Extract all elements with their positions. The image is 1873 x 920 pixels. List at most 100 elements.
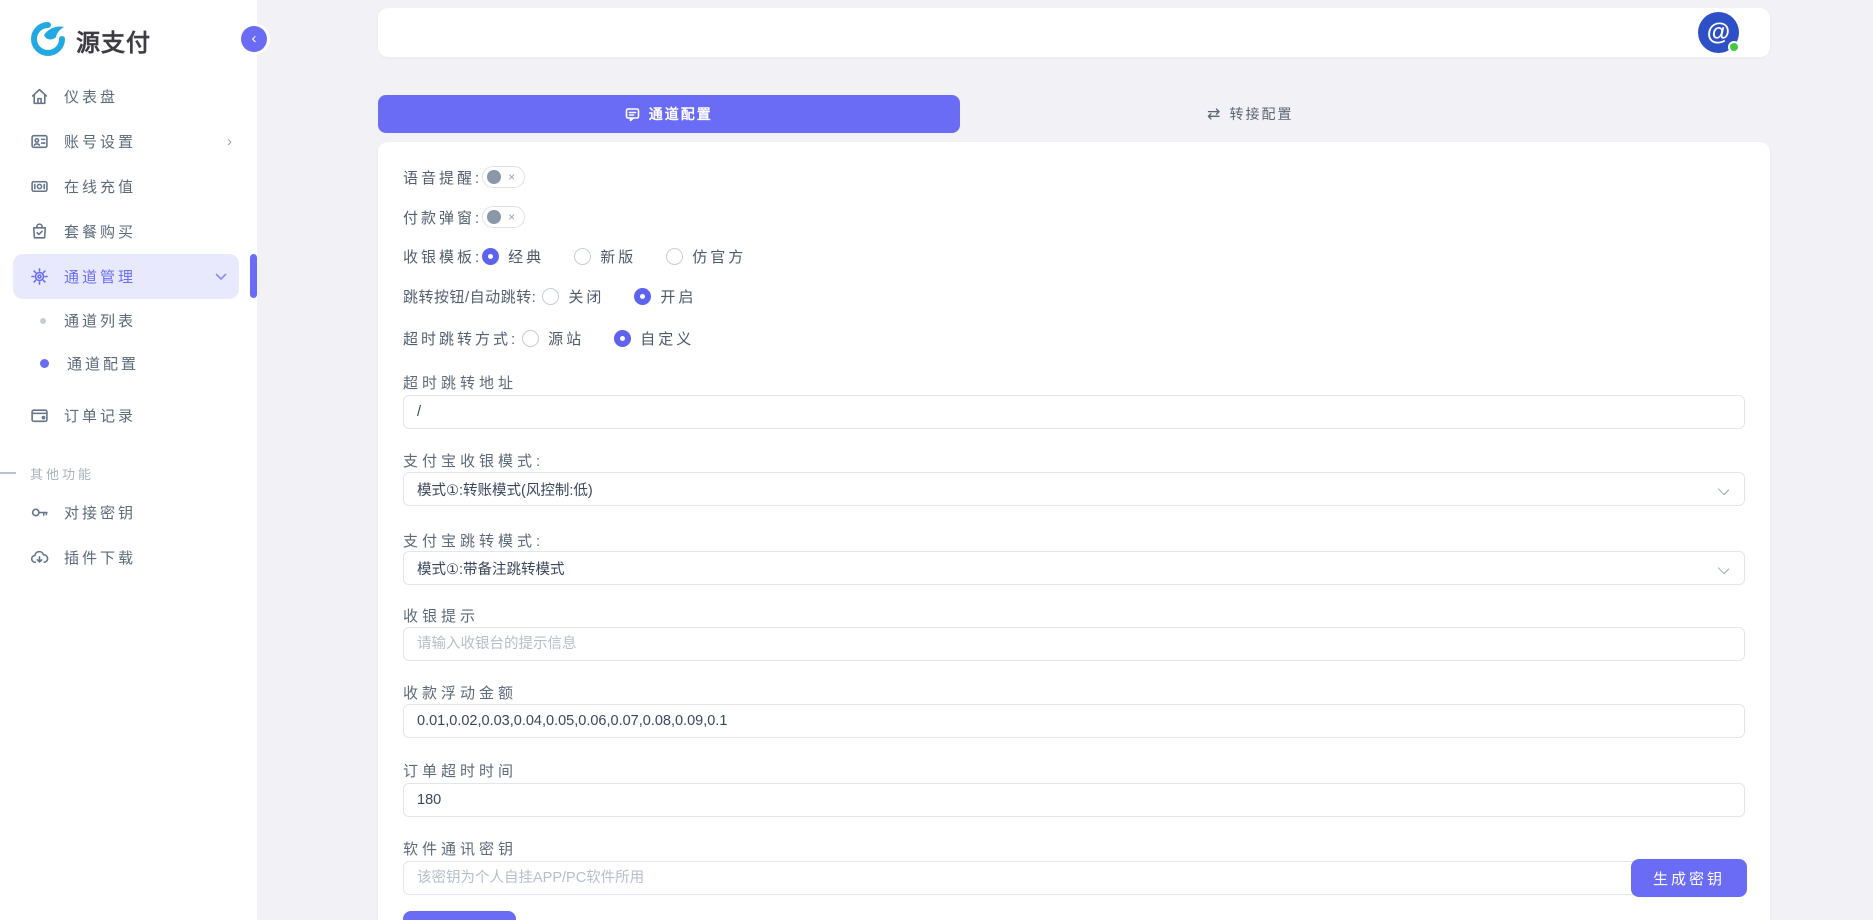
user-avatar[interactable]: @ — [1698, 12, 1739, 53]
alipay-jump-mode-label: 支付宝跳转模式: — [403, 530, 1745, 548]
radio-source-site[interactable]: 源站 — [522, 328, 584, 349]
cashier-tip-label: 收银提示 — [403, 605, 1745, 623]
sidebar-item-channel-management[interactable]: 通道管理 — [13, 254, 239, 299]
home-icon — [30, 87, 49, 106]
radio-label: 开启 — [660, 286, 696, 307]
software-key-row: 生成密钥 — [403, 861, 1745, 895]
float-amount-label: 收款浮动金额 — [403, 682, 1745, 700]
radio-new-version[interactable]: 新版 — [574, 246, 636, 267]
sidebar-collapse-button[interactable]: ‹ — [241, 26, 267, 52]
config-tabs: 通道配置 ⇄ 转接配置 — [378, 95, 1541, 133]
select-value: 模式①:带备注跳转模式 — [417, 558, 565, 579]
top-header-bar: @ — [378, 8, 1770, 57]
sidebar-item-online-recharge[interactable]: 在线充值 — [0, 164, 257, 209]
software-key-label: 软件通讯密钥 — [403, 838, 1745, 856]
radio-selected-icon — [482, 248, 499, 265]
chevron-down-icon — [1718, 484, 1729, 495]
bullet-active-icon — [40, 359, 49, 368]
shopping-bag-icon — [30, 222, 49, 241]
cashier-tip-input[interactable] — [403, 627, 1745, 661]
sidebar-item-label: 通道配置 — [67, 353, 139, 374]
swap-icon: ⇄ — [1207, 104, 1220, 124]
alipay-jump-mode-select[interactable]: 模式①:带备注跳转模式 — [403, 551, 1745, 585]
payment-popup-toggle[interactable]: × — [482, 206, 525, 228]
jump-auto-label: 跳转按钮/自动跳转: — [403, 286, 536, 307]
alipay-cashier-mode-label: 支付宝收银模式: — [403, 450, 1745, 468]
tab-label: 通道配置 — [649, 104, 713, 124]
tab-transfer-config[interactable]: ⇄ 转接配置 — [960, 95, 1542, 133]
sidebar-item-label: 订单记录 — [64, 405, 136, 426]
chevron-down-icon — [1718, 563, 1729, 574]
radio-official-like[interactable]: 仿官方 — [666, 246, 746, 267]
radio-selected-icon — [634, 288, 651, 305]
bottom-action-button[interactable] — [403, 911, 516, 920]
sidebar-item-api-keys[interactable]: 对接密钥 — [0, 490, 257, 535]
voice-reminder-toggle[interactable]: × — [482, 166, 525, 188]
order-timeout-label: 订单超时时间 — [403, 760, 1745, 778]
main-area: @ 通道配置 ⇄ 转接配置 语音提醒: × 付款弹窗: × — [257, 0, 1873, 920]
timeout-mode-row: 超时跳转方式: 源站 自定义 — [403, 325, 1745, 351]
toggle-off-icon: × — [508, 211, 515, 223]
sidebar-item-label: 账号设置 — [64, 131, 136, 152]
radio-icon — [666, 248, 683, 265]
voice-reminder-row: 语音提醒: × — [403, 164, 1745, 190]
sidebar-item-label: 通道列表 — [64, 310, 136, 331]
radio-label: 关闭 — [568, 286, 604, 307]
select-value: 模式①:转账模式(风控制:低) — [417, 479, 593, 500]
radio-label: 经典 — [508, 246, 544, 267]
radio-jump-off[interactable]: 关闭 — [542, 286, 604, 307]
sidebar-item-label: 在线充值 — [64, 176, 136, 197]
toggle-off-icon: × — [508, 171, 515, 183]
radio-icon — [522, 330, 539, 347]
chevron-down-icon — [215, 273, 227, 281]
jump-auto-row: 跳转按钮/自动跳转: 关闭 开启 — [403, 283, 1745, 309]
avatar-glyph: @ — [1707, 19, 1730, 47]
timeout-url-label: 超时跳转地址 — [403, 372, 1745, 390]
timeout-mode-label: 超时跳转方式: — [403, 328, 518, 349]
sidebar-item-dashboard[interactable]: 仪表盘 — [0, 74, 257, 119]
jump-auto-radios: 关闭 开启 — [542, 286, 726, 307]
sidebar-item-label: 对接密钥 — [64, 502, 136, 523]
sidebar-item-plugin-download[interactable]: 插件下载 — [0, 535, 257, 580]
sidebar: 源支付 仪表盘 账号设置 › 在线充值 套餐购买 通道管理 通道列表 — [0, 0, 257, 920]
software-key-input[interactable] — [403, 861, 1745, 895]
generate-key-button[interactable]: 生成密钥 — [1631, 859, 1747, 897]
sidebar-nav: 仪表盘 账号设置 › 在线充值 套餐购买 通道管理 通道列表 通道配置 — [0, 74, 257, 438]
key-icon — [30, 503, 49, 522]
radio-label: 新版 — [600, 246, 636, 267]
cashier-template-label: 收银模板: — [403, 246, 482, 267]
float-amount-input[interactable] — [403, 704, 1745, 738]
brand-logo[interactable]: 源支付 — [0, 0, 257, 64]
radio-label: 仿官方 — [692, 246, 746, 267]
brand-logo-text: 源支付 — [76, 23, 151, 58]
cashier-template-radios: 经典 新版 仿官方 — [482, 246, 776, 267]
sidebar-item-label: 套餐购买 — [64, 221, 136, 242]
cloud-download-icon — [30, 548, 49, 567]
alipay-cashier-mode-select[interactable]: 模式①:转账模式(风控制:低) — [403, 472, 1745, 506]
sidebar-item-label: 通道管理 — [64, 266, 136, 287]
sidebar-section-other-functions: 其他功能 — [0, 464, 257, 482]
radio-jump-on[interactable]: 开启 — [634, 286, 696, 307]
banknote-icon — [30, 177, 49, 196]
toggle-knob — [487, 210, 501, 224]
sidebar-item-account-settings[interactable]: 账号设置 › — [0, 119, 257, 164]
radio-classic[interactable]: 经典 — [482, 246, 544, 267]
cashier-template-row: 收银模板: 经典 新版 仿官方 — [403, 243, 1745, 269]
radio-custom[interactable]: 自定义 — [614, 328, 694, 349]
sidebar-item-channel-config[interactable]: 通道配置 — [0, 342, 257, 385]
tab-label: 转接配置 — [1229, 104, 1293, 124]
timeout-url-input[interactable] — [403, 395, 1745, 429]
sidebar-item-package-purchase[interactable]: 套餐购买 — [0, 209, 257, 254]
voice-reminder-label: 语音提醒: — [403, 167, 482, 188]
payment-popup-label: 付款弹窗: — [403, 207, 482, 228]
chat-icon — [625, 107, 640, 122]
wallet-icon — [30, 406, 49, 425]
sidebar-nav-other: 对接密钥 插件下载 — [0, 490, 257, 580]
radio-label: 自定义 — [640, 328, 694, 349]
sidebar-item-channel-list[interactable]: 通道列表 — [0, 299, 257, 342]
tab-channel-config[interactable]: 通道配置 — [378, 95, 960, 133]
radio-icon — [542, 288, 559, 305]
chevron-right-icon: › — [227, 133, 235, 150]
order-timeout-input[interactable] — [403, 783, 1745, 817]
sidebar-item-order-records[interactable]: 订单记录 — [0, 393, 257, 438]
